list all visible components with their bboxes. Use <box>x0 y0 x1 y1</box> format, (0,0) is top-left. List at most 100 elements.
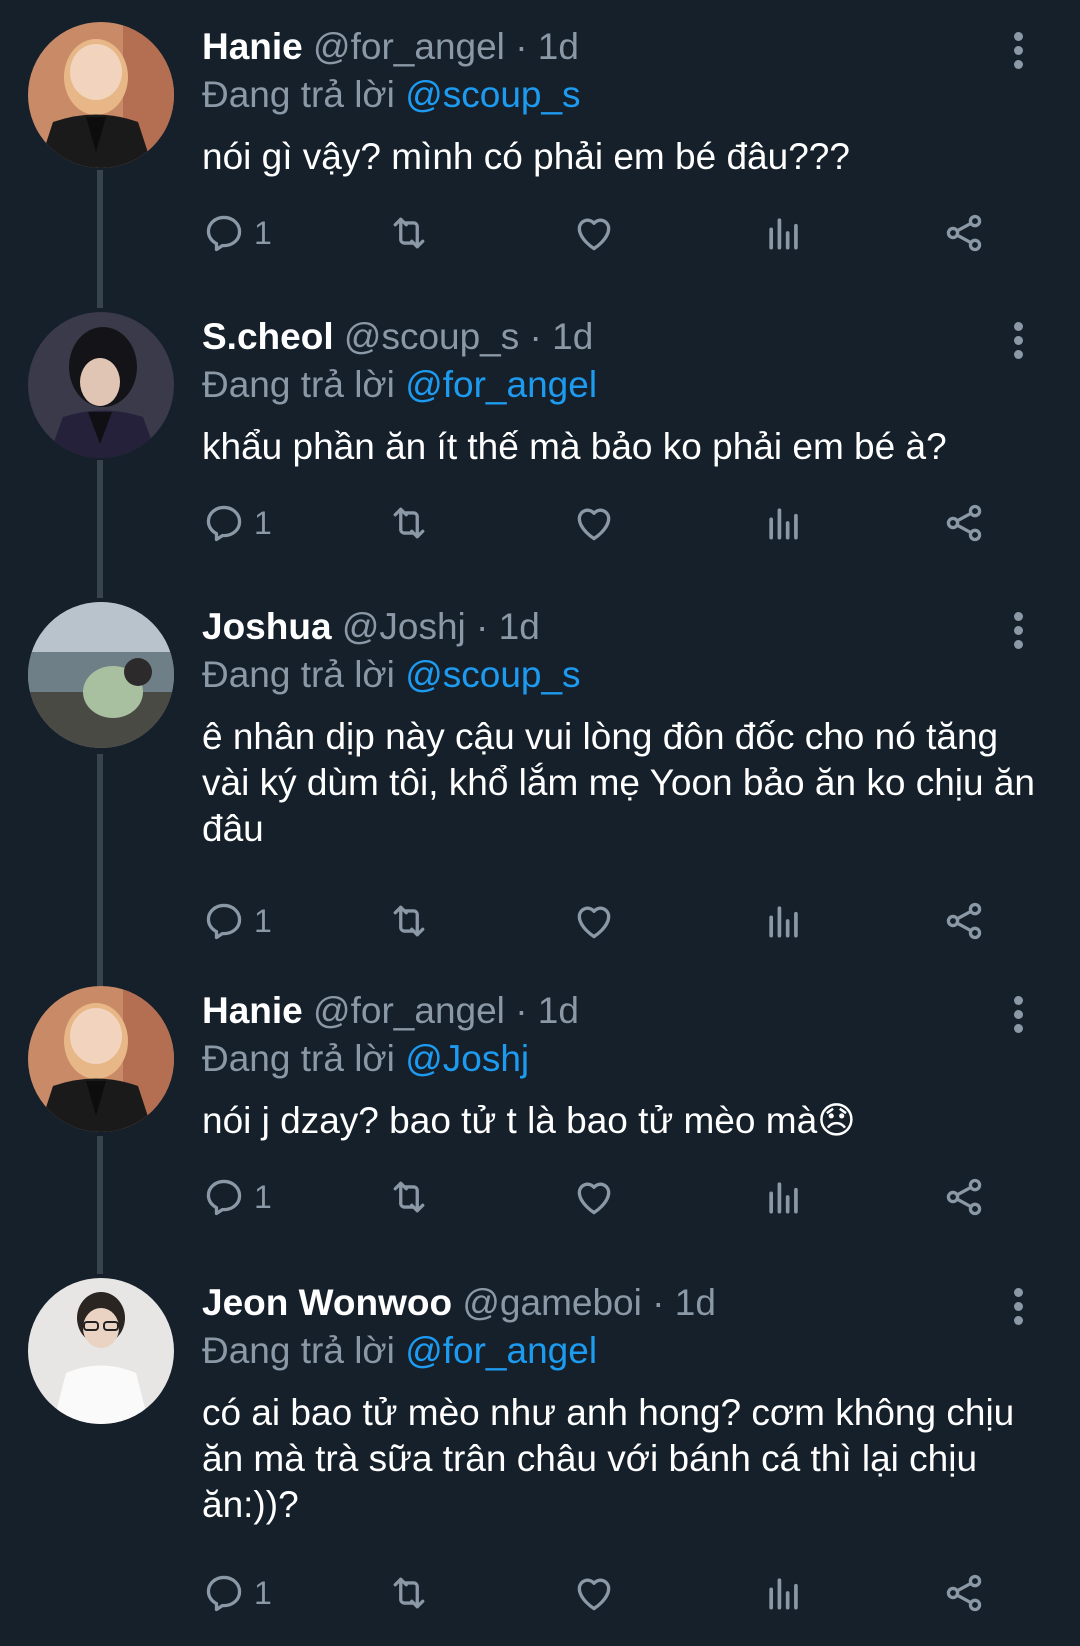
share-button[interactable] <box>942 896 986 946</box>
reply-count: 1 <box>254 1574 272 1611</box>
like-button[interactable] <box>572 1172 616 1222</box>
retweet-button[interactable] <box>387 896 431 946</box>
replying-to: Đang trả lời @scoup_s <box>202 654 581 696</box>
reply-count: 1 <box>254 214 272 251</box>
reply-icon <box>206 903 242 940</box>
like-button[interactable] <box>572 896 616 946</box>
user-handle[interactable]: @gameboi <box>462 1282 642 1323</box>
display-name[interactable]: Hanie <box>202 26 303 67</box>
heart-icon <box>577 218 611 251</box>
more-options-icon[interactable] <box>1004 612 1032 652</box>
reply-thread: Hanie @for_angel · 1d Đang trả lời @scou… <box>0 0 1080 1646</box>
share-icon <box>946 902 982 940</box>
more-options-icon[interactable] <box>1004 996 1032 1036</box>
tweet-header: Hanie @for_angel · 1d <box>202 26 579 68</box>
retweet-icon <box>393 1181 425 1213</box>
separator: · <box>529 316 542 357</box>
more-options-icon[interactable] <box>1004 322 1032 362</box>
views-button[interactable] <box>762 1568 806 1618</box>
user-handle[interactable]: @for_angel <box>313 26 505 67</box>
like-button[interactable] <box>572 498 616 548</box>
like-button[interactable] <box>572 208 616 258</box>
timestamp[interactable]: 1d <box>499 606 540 647</box>
share-icon <box>946 1574 982 1612</box>
tweet-text: ê nhân dịp này cậu vui lòng đôn đốc cho … <box>202 716 1036 849</box>
analytics-icon <box>769 906 798 938</box>
reply-button[interactable]: 1 <box>202 1568 272 1618</box>
replying-to-mention[interactable]: @Joshj <box>405 1038 529 1079</box>
share-button[interactable] <box>942 498 986 548</box>
replying-to-mention[interactable]: @scoup_s <box>405 654 580 695</box>
replying-prefix: Đang trả lời <box>202 654 395 695</box>
heart-icon <box>577 1182 611 1215</box>
tweet-actions: 1 <box>202 1568 1022 1618</box>
retweet-button[interactable] <box>387 1172 431 1222</box>
replying-to: Đang trả lời @for_angel <box>202 364 597 406</box>
tweet-actions: 1 <box>202 208 1022 258</box>
avatar[interactable] <box>28 1278 174 1424</box>
reply-button[interactable]: 1 <box>202 1172 272 1222</box>
replying-prefix: Đang trả lời <box>202 1330 395 1371</box>
reply-button[interactable]: 1 <box>202 208 272 258</box>
separator: · <box>515 990 528 1031</box>
tweet-text: nói gì vậy? mình có phải em bé đâu??? <box>202 136 850 177</box>
share-button[interactable] <box>942 208 986 258</box>
avatar[interactable] <box>28 986 174 1132</box>
share-icon <box>946 214 982 252</box>
replying-to-mention[interactable]: @for_angel <box>405 1330 597 1371</box>
tweet-text: khẩu phần ăn ít thế mà bảo ko phải em bé… <box>202 426 947 467</box>
tweet-header: Joshua @Joshj · 1d <box>202 606 540 648</box>
reply-icon <box>206 1179 242 1216</box>
retweet-button[interactable] <box>387 208 431 258</box>
views-button[interactable] <box>762 208 806 258</box>
retweet-button[interactable] <box>387 498 431 548</box>
retweet-button[interactable] <box>387 1568 431 1618</box>
reply-icon <box>206 505 242 542</box>
replying-prefix: Đang trả lời <box>202 364 395 405</box>
share-button[interactable] <box>942 1568 986 1618</box>
timestamp[interactable]: 1d <box>538 990 579 1031</box>
tweet-header: S.cheol @scoup_s · 1d <box>202 316 593 358</box>
timestamp[interactable]: 1d <box>552 316 593 357</box>
user-handle[interactable]: @Joshj <box>342 606 466 647</box>
share-button[interactable] <box>942 1172 986 1222</box>
separator: · <box>652 1282 665 1323</box>
tweet-actions: 1 <box>202 896 1022 946</box>
timestamp[interactable]: 1d <box>675 1282 716 1323</box>
display-name[interactable]: Joshua <box>202 606 332 647</box>
avatar[interactable] <box>28 602 174 748</box>
user-handle[interactable]: @for_angel <box>313 990 505 1031</box>
reply-button[interactable]: 1 <box>202 896 272 946</box>
avatar[interactable] <box>28 22 174 168</box>
more-options-icon[interactable] <box>1004 1288 1032 1328</box>
replying-prefix: Đang trả lời <box>202 74 395 115</box>
retweet-icon <box>393 1577 425 1609</box>
analytics-icon <box>769 508 798 540</box>
user-handle[interactable]: @scoup_s <box>344 316 519 357</box>
views-button[interactable] <box>762 896 806 946</box>
heart-icon <box>577 508 611 541</box>
replying-prefix: Đang trả lời <box>202 1038 395 1079</box>
like-button[interactable] <box>572 1568 616 1618</box>
share-icon <box>946 504 982 542</box>
timestamp[interactable]: 1d <box>538 26 579 67</box>
tweet-header: Jeon Wonwoo @gameboi · 1d <box>202 1282 716 1324</box>
tweet-header: Hanie @for_angel · 1d <box>202 990 579 1032</box>
replying-to: Đang trả lời @scoup_s <box>202 74 581 116</box>
heart-icon <box>577 906 611 939</box>
share-icon <box>946 1178 982 1216</box>
heart-icon <box>577 1578 611 1611</box>
replying-to-mention[interactable]: @scoup_s <box>405 74 580 115</box>
views-button[interactable] <box>762 1172 806 1222</box>
replying-to-mention[interactable]: @for_angel <box>405 364 597 405</box>
display-name[interactable]: Jeon Wonwoo <box>202 1282 452 1323</box>
avatar[interactable] <box>28 312 174 458</box>
retweet-icon <box>393 507 425 539</box>
more-options-icon[interactable] <box>1004 32 1032 72</box>
analytics-icon <box>769 1182 798 1214</box>
views-button[interactable] <box>762 498 806 548</box>
display-name[interactable]: S.cheol <box>202 316 334 357</box>
reply-button[interactable]: 1 <box>202 498 272 548</box>
reply-icon <box>206 1575 242 1612</box>
display-name[interactable]: Hanie <box>202 990 303 1031</box>
